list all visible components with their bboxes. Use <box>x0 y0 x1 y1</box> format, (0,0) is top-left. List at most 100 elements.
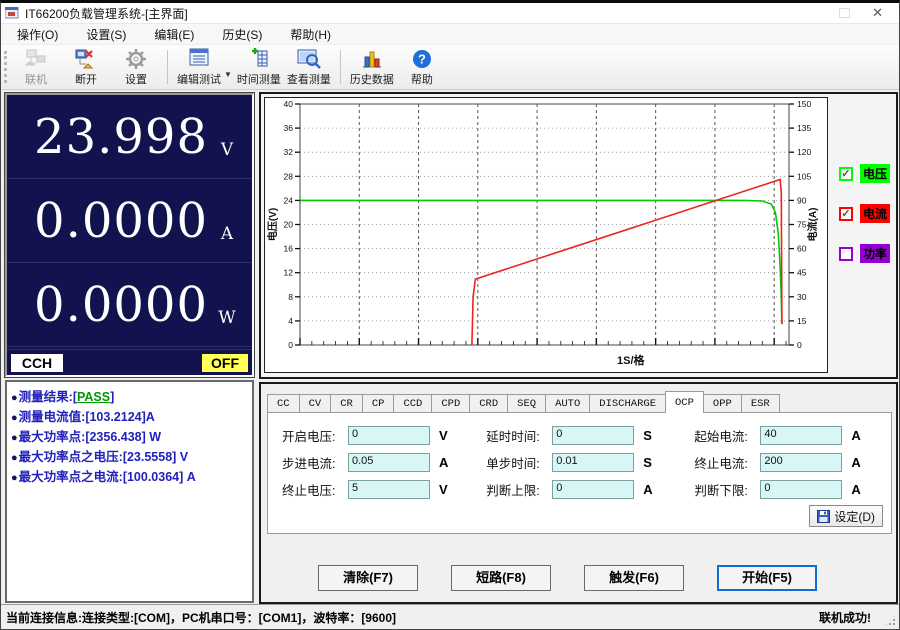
tab-opp[interactable]: OPP <box>703 394 742 413</box>
svg-text:75: 75 <box>797 220 807 230</box>
tab-cpd[interactable]: CPD <box>431 394 470 413</box>
svg-text:12: 12 <box>284 268 294 278</box>
tab-discharge[interactable]: DISCHARGE <box>589 394 666 413</box>
svg-text:?: ? <box>418 51 426 66</box>
unit-label: A <box>851 455 860 470</box>
settings-button[interactable]: 设置 <box>113 46 159 88</box>
history-data-button[interactable]: 历史数据 <box>349 46 395 88</box>
unit-label: V <box>439 482 448 497</box>
chart-container: 0481216202428323640015304560759010512013… <box>259 92 898 379</box>
svg-text:150: 150 <box>797 99 811 109</box>
delay-time-input[interactable]: 0 <box>552 426 634 445</box>
close-button[interactable]: ✕ <box>872 8 883 18</box>
bullet-icon: ● <box>11 432 18 444</box>
form-field: 开启电压:0V <box>282 425 486 446</box>
form-field: 步进电流:0.05 A <box>282 452 486 473</box>
form-field: 判断下限:0A <box>694 479 881 500</box>
stop-voltage-input[interactable]: 5 <box>348 480 430 499</box>
voltage-value: 23.998 <box>34 109 208 165</box>
set-button[interactable]: 设定(D) <box>809 505 883 527</box>
power-readout-row: 0.0000 W <box>7 263 252 347</box>
app-icon <box>5 7 20 20</box>
power-checkbox[interactable] <box>839 247 853 261</box>
edit-test-dropdown-arrow-icon[interactable]: ▼ <box>224 70 232 79</box>
menu-bar: 操作(O) 设置(S) 编辑(E) 历史(S) 帮助(H) <box>1 24 899 45</box>
form-field: 延时时间:0S <box>486 425 694 446</box>
maximize-button[interactable] <box>839 8 850 18</box>
bullet-icon: ● <box>11 452 18 464</box>
mode-tab-control: CC CV CR CP CCD CPD CRD SEQ AUTO DISCHAR… <box>267 392 892 535</box>
edit-test-label: 编辑测试 <box>177 71 221 87</box>
tab-esr[interactable]: ESR <box>741 394 780 413</box>
tab-seq[interactable]: SEQ <box>507 394 546 413</box>
clear-button[interactable]: 清除(F7) <box>318 565 418 591</box>
disconnect-icon <box>74 48 98 70</box>
disconnect-label: 断开 <box>75 71 97 87</box>
svg-text:30: 30 <box>797 292 807 302</box>
tab-cc[interactable]: CC <box>267 394 300 413</box>
unit-label: S <box>643 455 652 470</box>
current-readout-row: 0.0000 A <box>7 179 252 263</box>
open-voltage-input[interactable]: 0 <box>348 426 430 445</box>
tab-auto[interactable]: AUTO <box>545 394 590 413</box>
connect-button[interactable]: 联机 <box>13 46 59 88</box>
step-current-input[interactable]: 0.05 <box>348 453 430 472</box>
tab-bar: CC CV CR CP CCD CPD CRD SEQ AUTO DISCHAR… <box>267 392 892 413</box>
edit-test-button[interactable]: 编辑测试 <box>176 46 222 88</box>
toolbar-separator <box>340 50 341 84</box>
window-title: IT66200负载管理系统-[主界面] <box>25 5 188 22</box>
tab-cp[interactable]: CP <box>362 394 395 413</box>
menu-edit[interactable]: 编辑(E) <box>144 24 204 45</box>
svg-text:0: 0 <box>797 340 802 350</box>
svg-text:16: 16 <box>284 244 294 254</box>
connection-info: 当前连接信息:连接类型:[COM]，PC机串口号：[COM1]，波特率：[960… <box>1 609 396 626</box>
voltage-checkbox[interactable]: ✓ <box>839 167 853 181</box>
unit-label: A <box>439 455 448 470</box>
tab-cr[interactable]: CR <box>330 394 363 413</box>
start-current-label: 起始电流: <box>694 426 756 445</box>
help-button[interactable]: ? 帮助 <box>399 46 445 88</box>
judge-upper-input[interactable]: 0 <box>552 480 634 499</box>
legend-power: 功率 <box>839 244 897 263</box>
result-line: ●最大功率点之电流:[100.0364] A <box>11 468 248 488</box>
unit-label: S <box>643 428 652 443</box>
svg-text:45: 45 <box>797 268 807 278</box>
svg-text:32: 32 <box>284 147 294 157</box>
bullet-icon: ● <box>11 392 18 404</box>
step-current-label: 步进电流: <box>282 453 344 472</box>
stop-voltage-label: 终止电压: <box>282 480 344 499</box>
menu-history[interactable]: 历史(S) <box>212 24 272 45</box>
save-icon <box>817 510 830 523</box>
time-measure-button[interactable]: 时间测量 <box>236 46 282 88</box>
legend-voltage: ✓ 电压 <box>839 164 897 183</box>
tab-ocp[interactable]: OCP <box>665 391 704 413</box>
menu-operation[interactable]: 操作(O) <box>7 24 68 45</box>
view-measure-button[interactable]: 查看测量 <box>286 46 332 88</box>
form-field: 终止电压:5V <box>282 479 486 500</box>
result-line: ●最大功率点之电压:[23.5558] V <box>11 448 248 468</box>
start-current-input[interactable]: 40 <box>760 426 842 445</box>
judge-lower-input[interactable]: 0 <box>760 480 842 499</box>
step-time-label: 单步时间: <box>486 453 548 472</box>
current-unit: A <box>216 224 238 244</box>
step-time-input[interactable]: 0.01 <box>552 453 634 472</box>
tab-crd[interactable]: CRD <box>469 394 508 413</box>
disconnect-button[interactable]: 断开 <box>63 46 109 88</box>
menu-help[interactable]: 帮助(H) <box>280 24 341 45</box>
legend-current-label: 电流 <box>860 204 890 223</box>
menu-settings[interactable]: 设置(S) <box>76 24 136 45</box>
trigger-button[interactable]: 触发(F6) <box>584 565 684 591</box>
pass-status: PASS <box>77 390 110 404</box>
current-checkbox[interactable]: ✓ <box>839 207 853 221</box>
toolbar-separator <box>167 50 168 84</box>
gear-icon <box>124 48 148 70</box>
end-current-input[interactable]: 200 <box>760 453 842 472</box>
judge-lower-label: 判断下限: <box>694 480 756 499</box>
settings-label: 设置 <box>125 71 147 87</box>
svg-text:90: 90 <box>797 195 807 205</box>
start-button[interactable]: 开始(F5) <box>717 565 817 591</box>
tab-cv[interactable]: CV <box>299 394 332 413</box>
tab-ccd[interactable]: CCD <box>393 394 432 413</box>
short-circuit-button[interactable]: 短路(F8) <box>451 565 551 591</box>
svg-text:135: 135 <box>797 123 811 133</box>
